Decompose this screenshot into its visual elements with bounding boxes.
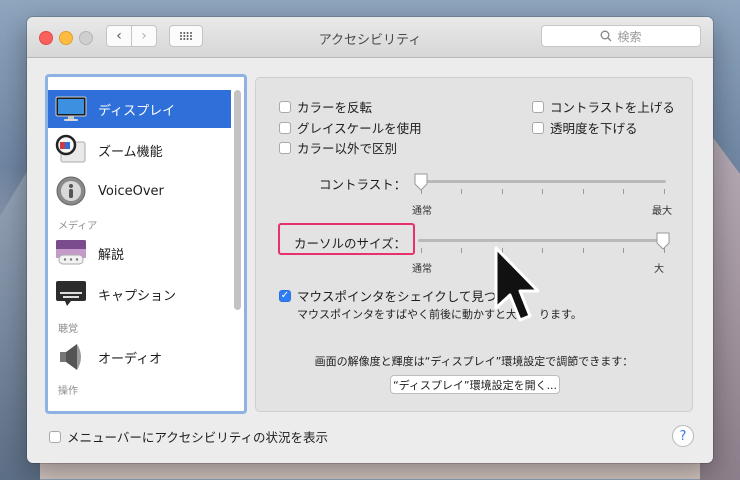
checkbox-label: コントラストを上げる — [550, 100, 675, 115]
slider-tick — [421, 248, 422, 253]
checkbox-label: 透明度を下げる — [550, 121, 638, 136]
cursor-size-highlight-box — [278, 223, 415, 255]
sidebar-item-display[interactable]: ディスプレイ — [48, 90, 231, 128]
checkbox-box[interactable] — [279, 121, 291, 134]
checkbox-box[interactable] — [279, 141, 291, 154]
checkbox-box[interactable]: ✓ — [279, 289, 291, 302]
slider-tick — [623, 189, 624, 194]
slider-tick — [583, 248, 584, 253]
display-icon — [54, 92, 88, 126]
slider-tick — [461, 189, 462, 194]
invert-colors-checkbox[interactable]: カラーを反転 — [279, 97, 372, 116]
open-display-preferences-button[interactable]: “ディスプレイ”環境設定を開く... — [390, 375, 560, 394]
sidebar-item-label: オーディオ — [98, 351, 163, 367]
slider-tick — [542, 189, 543, 194]
grayscale-checkbox[interactable]: グレイスケールを使用 — [279, 118, 422, 137]
sidebar-scrollbar[interactable] — [234, 90, 241, 310]
slider-tick — [623, 248, 624, 253]
slider-tick — [502, 189, 503, 194]
sidebar-item-captions[interactable]: キャプション — [48, 275, 231, 313]
reduce-transparency-checkbox[interactable]: 透明度を下げる — [532, 118, 638, 137]
sidebar-list[interactable]: ディスプレイ ズーム機能 VoiceOver メディア 解説 キャプション 聴覚… — [45, 74, 247, 414]
show-in-menubar-checkbox[interactable]: メニューバーにアクセシビリティの状況を表示 — [49, 427, 328, 446]
search-field[interactable]: 検索 — [541, 25, 701, 47]
checkbox-box[interactable] — [532, 121, 544, 134]
increase-contrast-checkbox[interactable]: コントラストを上げる — [532, 97, 675, 116]
checkbox-box[interactable] — [532, 100, 544, 113]
sidebar-item-label: ディスプレイ — [98, 103, 176, 119]
differentiate-without-color-checkbox[interactable]: カラー以外で区別 — [279, 138, 397, 157]
contrast-label: コントラスト： — [319, 177, 407, 192]
slider-tick — [583, 189, 584, 194]
checkmark-icon: ✓ — [280, 290, 290, 301]
sidebar-item-zoom[interactable]: ズーム機能 — [48, 131, 231, 169]
slider-tick — [664, 189, 665, 194]
search-icon — [601, 30, 612, 42]
contrast-slider-track[interactable] — [418, 180, 666, 183]
sidebar-item-label: キャプション — [98, 288, 177, 304]
checkbox-label: マウスポインタをシェイクして見つ — [297, 289, 497, 304]
category-interaction: 操作 — [58, 386, 78, 397]
checkbox-box[interactable] — [279, 100, 291, 113]
checkbox-label: カラーを反転 — [297, 100, 373, 115]
slider-tick — [542, 248, 543, 253]
search-placeholder: 検索 — [617, 29, 642, 44]
mouse-pointer-icon — [494, 246, 540, 322]
category-media: メディア — [58, 221, 98, 232]
sidebar-item-label: ズーム機能 — [98, 144, 163, 160]
checkbox-label: メニューバーにアクセシビリティの状況を表示 — [67, 430, 329, 445]
sidebar-item-description[interactable]: 解説 — [48, 234, 231, 272]
title-bar: ‹ › アクセシビリティ 検索 — [27, 17, 713, 58]
sidebar-item-voiceover[interactable]: VoiceOver — [48, 172, 231, 210]
shake-to-locate-checkbox[interactable]: ✓ マウスポインタをシェイクして見つ — [279, 286, 496, 305]
category-hearing: 聴覚 — [58, 324, 78, 335]
cursor-size-slider-thumb[interactable] — [656, 232, 670, 250]
resolution-info-text: 画面の解像度と輝度は“ディスプレイ”環境設定で調節できます： — [314, 355, 634, 368]
voiceover-icon — [54, 174, 88, 208]
sidebar-item-label: VoiceOver — [98, 183, 164, 199]
sidebar-item-audio[interactable]: オーディオ — [48, 338, 231, 376]
checkbox-label: カラー以外で区別 — [297, 141, 398, 156]
zoom-icon — [54, 133, 88, 167]
help-button[interactable]: ? — [672, 425, 694, 447]
contrast-max-label: 最大 — [652, 206, 672, 217]
checkbox-label: グレイスケールを使用 — [297, 121, 422, 136]
checkbox-box[interactable] — [49, 430, 61, 443]
cursor-size-slider-track[interactable] — [418, 239, 666, 242]
shake-option-note-tail: ります。 — [539, 308, 582, 321]
cursor-size-min-label: 通常 — [412, 264, 432, 275]
description-icon — [54, 236, 88, 270]
contrast-slider-thumb[interactable] — [414, 173, 428, 191]
slider-tick — [461, 248, 462, 253]
captions-icon — [54, 277, 88, 311]
sidebar-item-label: 解説 — [98, 247, 125, 263]
contrast-min-label: 通常 — [412, 206, 432, 217]
speaker-icon — [54, 340, 88, 374]
cursor-size-max-label: 大 — [654, 264, 664, 275]
